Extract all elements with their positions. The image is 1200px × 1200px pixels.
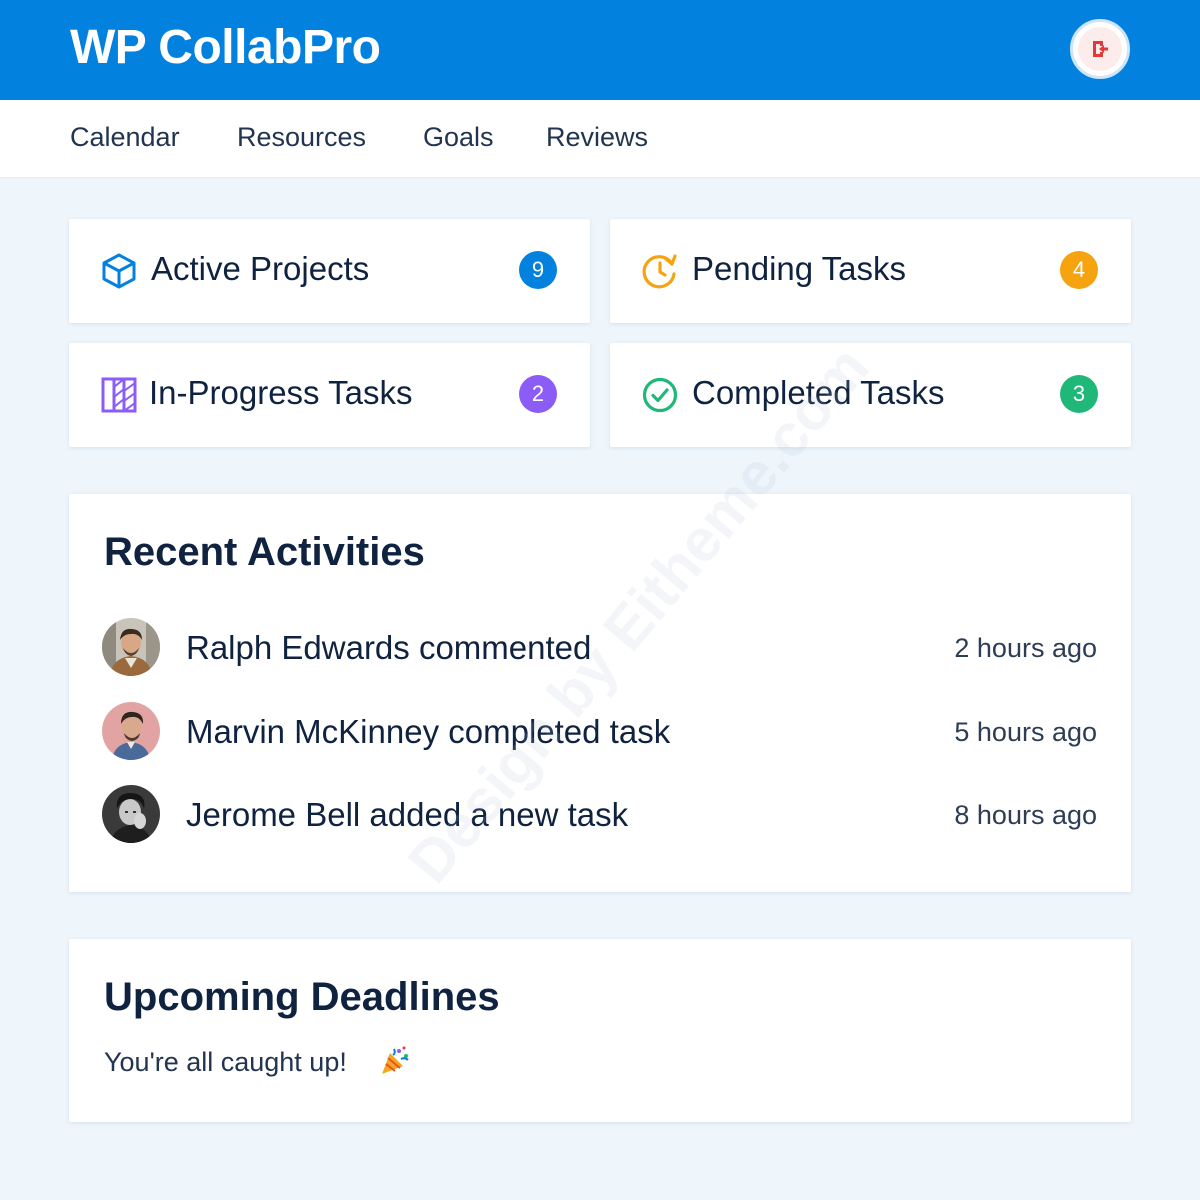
avatar — [102, 618, 160, 676]
check-circle-icon — [640, 375, 680, 415]
logout-icon — [1078, 27, 1122, 71]
empty-state-message: You're all caught up! — [104, 1047, 347, 1077]
columns-icon — [99, 375, 139, 415]
activity-item[interactable]: Marvin McKinney completed task 5 hours a… — [102, 702, 1097, 762]
count-badge: 2 — [519, 375, 557, 413]
activity-time: 5 hours ago — [954, 717, 1097, 747]
stat-label: In-Progress Tasks — [149, 374, 413, 411]
user-avatar-button[interactable] — [1070, 19, 1130, 79]
nav-resources[interactable]: Resources — [237, 122, 366, 153]
section-title: Upcoming Deadlines — [104, 975, 500, 1019]
activity-time: 8 hours ago — [954, 800, 1097, 830]
stat-card-in-progress-tasks[interactable]: In-Progress Tasks 2 — [69, 343, 590, 447]
stat-card-active-projects[interactable]: Active Projects 9 — [69, 219, 590, 323]
clock-refresh-icon — [640, 251, 680, 291]
top-bar: WP CollabPro — [0, 0, 1200, 100]
party-popper-icon — [379, 1045, 411, 1082]
activity-item[interactable]: Jerome Bell added a new task 8 hours ago — [102, 785, 1097, 845]
cube-icon — [99, 251, 139, 291]
activity-text: Marvin McKinney completed task — [186, 713, 671, 750]
section-title: Recent Activities — [104, 530, 425, 574]
count-badge: 3 — [1060, 375, 1098, 413]
activity-text: Jerome Bell added a new task — [186, 796, 629, 833]
recent-activities-card: Recent Activities Ralph Edwards commente… — [69, 494, 1131, 892]
main-nav: Calendar Resources Goals Reviews — [0, 100, 1200, 178]
upcoming-deadlines-card: Upcoming Deadlines You're all caught up! — [69, 939, 1131, 1122]
nav-calendar[interactable]: Calendar — [70, 122, 180, 153]
stat-label: Pending Tasks — [692, 250, 907, 287]
app-title: WP CollabPro — [70, 21, 381, 74]
activity-text: Ralph Edwards commented — [186, 629, 592, 666]
stat-label: Active Projects — [151, 250, 370, 287]
nav-goals[interactable]: Goals — [423, 122, 494, 153]
avatar — [102, 702, 160, 760]
activity-time: 2 hours ago — [954, 633, 1097, 663]
count-badge: 9 — [519, 251, 557, 289]
avatar — [102, 785, 160, 843]
stat-label: Completed Tasks — [692, 374, 945, 411]
activity-item[interactable]: Ralph Edwards commented 2 hours ago — [102, 618, 1097, 678]
count-badge: 4 — [1060, 251, 1098, 289]
nav-reviews[interactable]: Reviews — [546, 122, 648, 153]
stat-card-completed-tasks[interactable]: Completed Tasks 3 — [610, 343, 1131, 447]
stat-card-pending-tasks[interactable]: Pending Tasks 4 — [610, 219, 1131, 323]
